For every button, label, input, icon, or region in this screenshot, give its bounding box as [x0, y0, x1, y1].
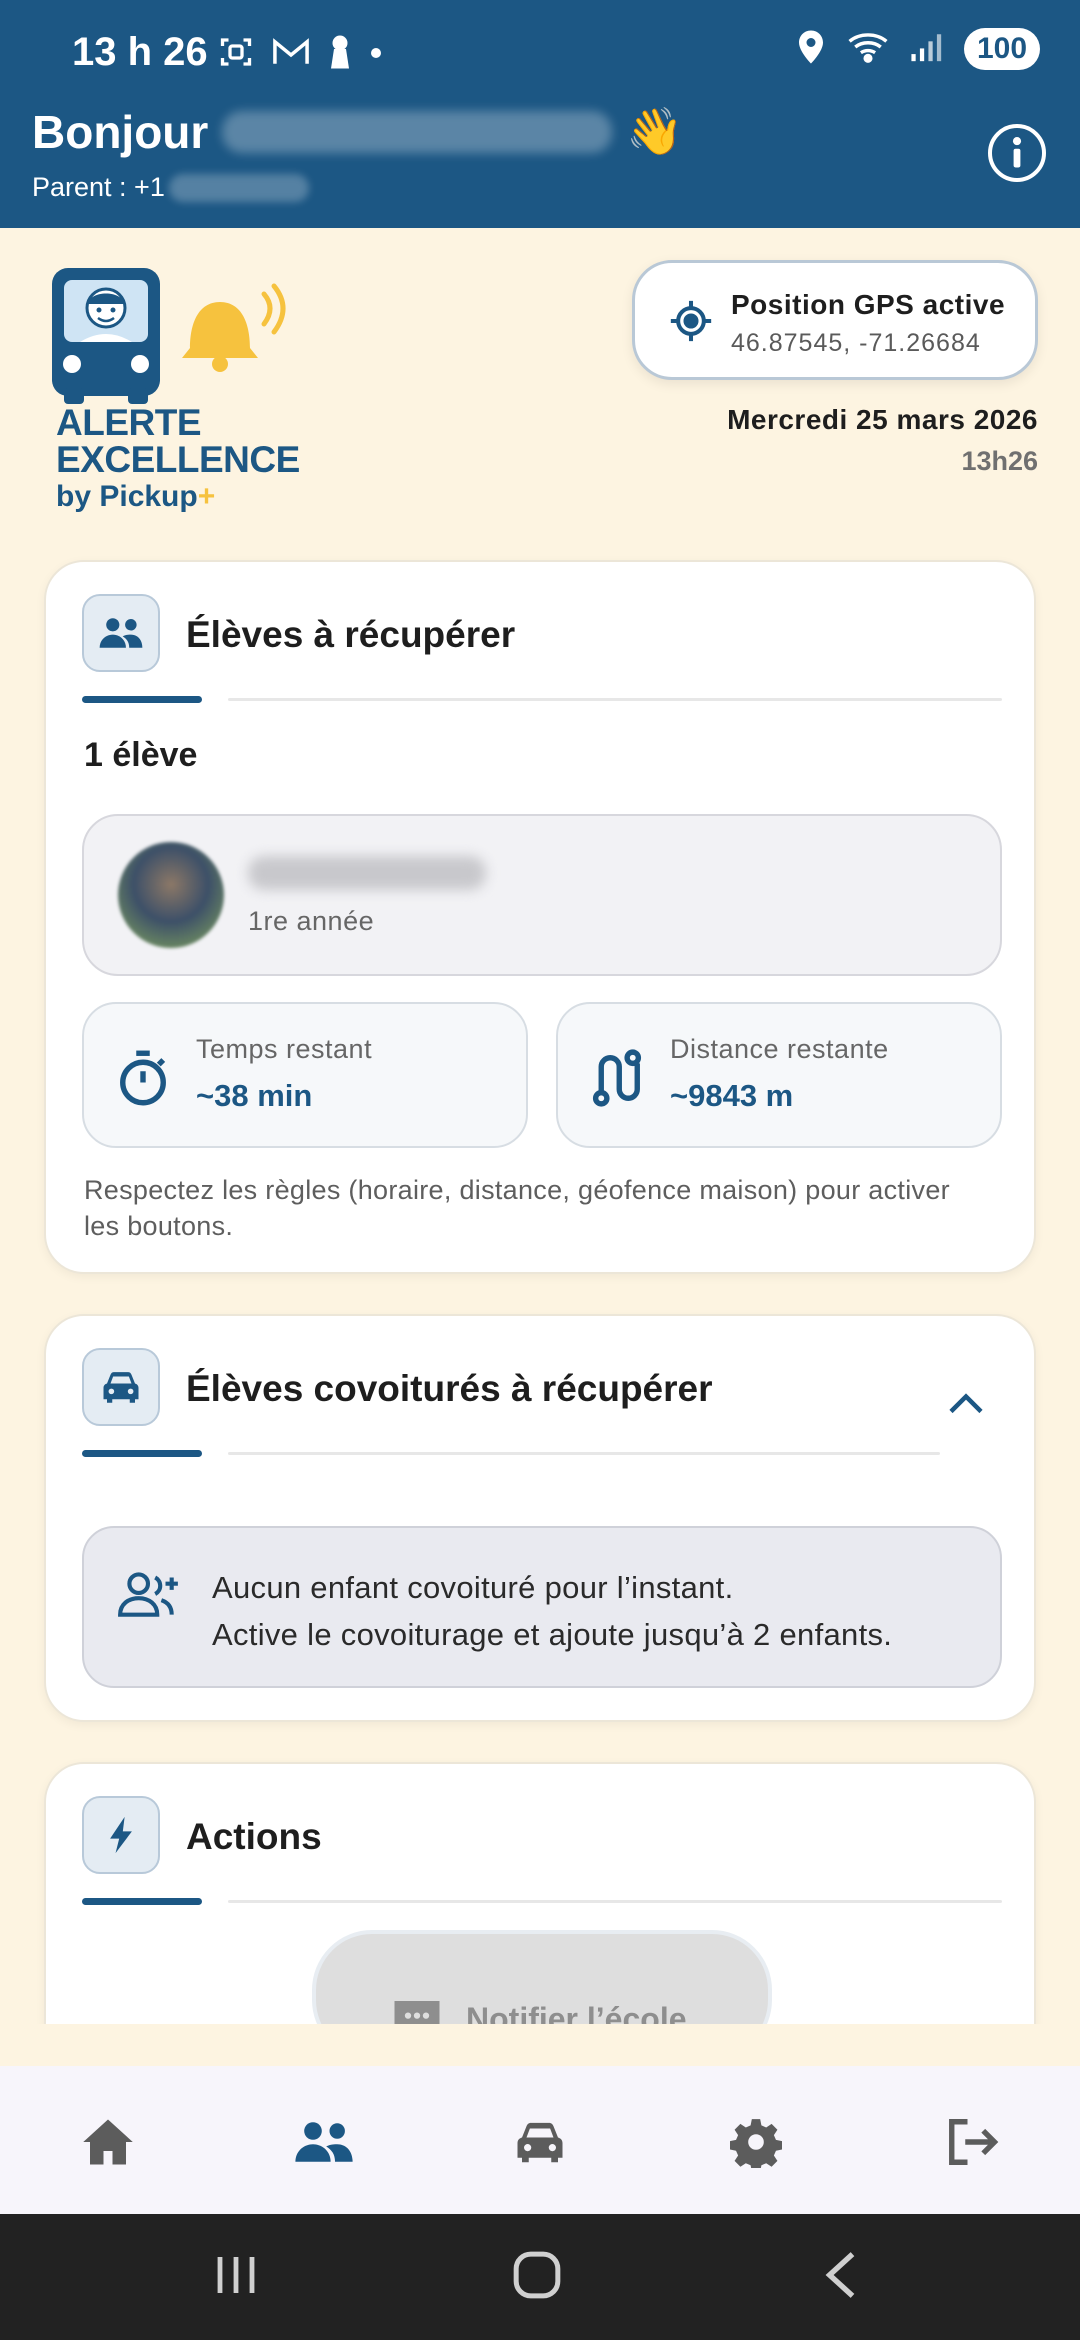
bolt-icon [110, 1816, 132, 1854]
card-icon-box [82, 594, 160, 672]
time-remaining-label: Temps restant [196, 1034, 373, 1064]
info-button[interactable] [988, 124, 1046, 182]
carpool-empty-state: Aucun enfant covoituré pour l’instant. A… [82, 1526, 1002, 1688]
settings-icon [730, 2119, 782, 2168]
stopwatch-icon [116, 1048, 170, 1113]
students-icon [295, 2122, 353, 2162]
add-person-icon [116, 1570, 182, 1623]
system-navigation-bar [0, 2214, 1080, 2340]
students-icon [99, 618, 143, 648]
student-grade: 1re année [248, 906, 375, 936]
back-icon[interactable] [822, 2250, 858, 2305]
app-header: 13 h 26 100 Bonjour 👋 Parent: +1 [0, 0, 1080, 228]
recents-icon[interactable] [214, 2250, 258, 2305]
tab-accent [82, 1898, 202, 1905]
students-card: Élèves à récupérer 1 élève 1re année Tem… [44, 560, 1036, 1274]
time-remaining-value: ~38 min [196, 1078, 313, 1113]
carpool-empty-line1: Aucun enfant covoituré pour l’instant. [212, 1570, 734, 1605]
keyhole-icon [328, 34, 352, 75]
student-name-redacted [248, 856, 486, 890]
bottom-navigation [0, 2066, 1080, 2214]
student-avatar [118, 842, 224, 948]
wifi-icon [846, 30, 890, 69]
parent-phone: Parent : +1 [32, 172, 309, 203]
greeting: Bonjour 👋 [32, 104, 684, 159]
status-bar: 13 h 26 100 [0, 0, 1080, 110]
logo-line-pickup: by Pickup+ [56, 482, 300, 512]
battery-icon: 100 [964, 28, 1040, 70]
logo-by-pickup: by Pickup [56, 480, 198, 513]
screenshot-icon [218, 34, 254, 75]
logo-plus: + [197, 480, 216, 513]
wave-emoji: 👋 [626, 105, 684, 157]
content-bottom-mask [0, 2024, 1080, 2066]
gps-title: Position GPS active [731, 289, 1006, 320]
location-icon [796, 29, 826, 70]
car-icon [103, 1372, 139, 1403]
distance-remaining-value: ~9843 m [670, 1078, 794, 1113]
nav-car[interactable] [508, 2110, 572, 2174]
logo-text: ALERTE EXCELLENCE by Pickup+ [56, 404, 300, 512]
card-icon-box [82, 1796, 160, 1874]
parent-name-redacted [222, 110, 613, 153]
rules-note: Respectez les règles (horaire, distance,… [84, 1175, 950, 1241]
route-icon [590, 1048, 644, 1113]
collapse-chevron-icon[interactable] [948, 1392, 984, 1421]
phone-redacted [168, 173, 309, 202]
card-icon-box [82, 1348, 160, 1426]
home-button-icon[interactable] [512, 2250, 562, 2305]
tab-line [228, 698, 1002, 701]
logo-line-excellence: EXCELLENCE [56, 439, 300, 480]
signal-icon [910, 31, 944, 68]
logo-line-alerte: ALERTE [56, 402, 201, 443]
carpool-empty-line2: Active le covoiturage et ajoute jusqu’à … [212, 1617, 893, 1652]
home-icon [83, 2119, 133, 2165]
actions-card-title: Actions [186, 1816, 322, 1857]
carpool-card: Élèves covoiturés à récupérer Aucun enfa… [44, 1314, 1036, 1722]
student-item[interactable]: 1re année [82, 814, 1002, 976]
dot-icon [370, 46, 382, 64]
gps-status[interactable]: Position GPS active 46.87545, -71.26684 [632, 260, 1038, 380]
time-remaining-card: Temps restant ~38 min [82, 1002, 528, 1148]
parent-prefix: Parent : +1 [32, 172, 165, 202]
nav-students[interactable] [292, 2110, 356, 2174]
status-time: 13 h 26 [72, 30, 208, 74]
students-card-title: Élèves à récupérer [186, 614, 516, 655]
current-time: 13h26 [961, 446, 1038, 476]
car-icon [517, 2122, 563, 2163]
info-icon [1012, 137, 1022, 168]
tab-line [228, 1900, 1002, 1903]
greeting-text: Bonjour [32, 105, 209, 158]
gps-target-icon [669, 299, 713, 348]
gmail-icon [272, 36, 310, 73]
carpool-empty-text: Aucun enfant covoituré pour l’instant. A… [212, 1564, 892, 1658]
current-date: Mercredi 25 mars 2026 [727, 404, 1038, 435]
nav-home[interactable] [76, 2110, 140, 2174]
gps-coords: 46.87545, -71.26684 [731, 329, 981, 357]
tab-line [228, 1452, 940, 1455]
distance-remaining-label: Distance restante [670, 1034, 889, 1064]
carpool-card-title: Élèves covoiturés à récupérer [186, 1368, 713, 1409]
nav-settings[interactable] [724, 2110, 788, 2174]
tab-accent [82, 1450, 202, 1457]
student-count: 1 élève [84, 736, 198, 774]
tab-accent [82, 696, 202, 703]
logout-icon [949, 2119, 999, 2165]
nav-logout[interactable] [940, 2110, 1004, 2174]
distance-remaining-card: Distance restante ~9843 m [556, 1002, 1002, 1148]
